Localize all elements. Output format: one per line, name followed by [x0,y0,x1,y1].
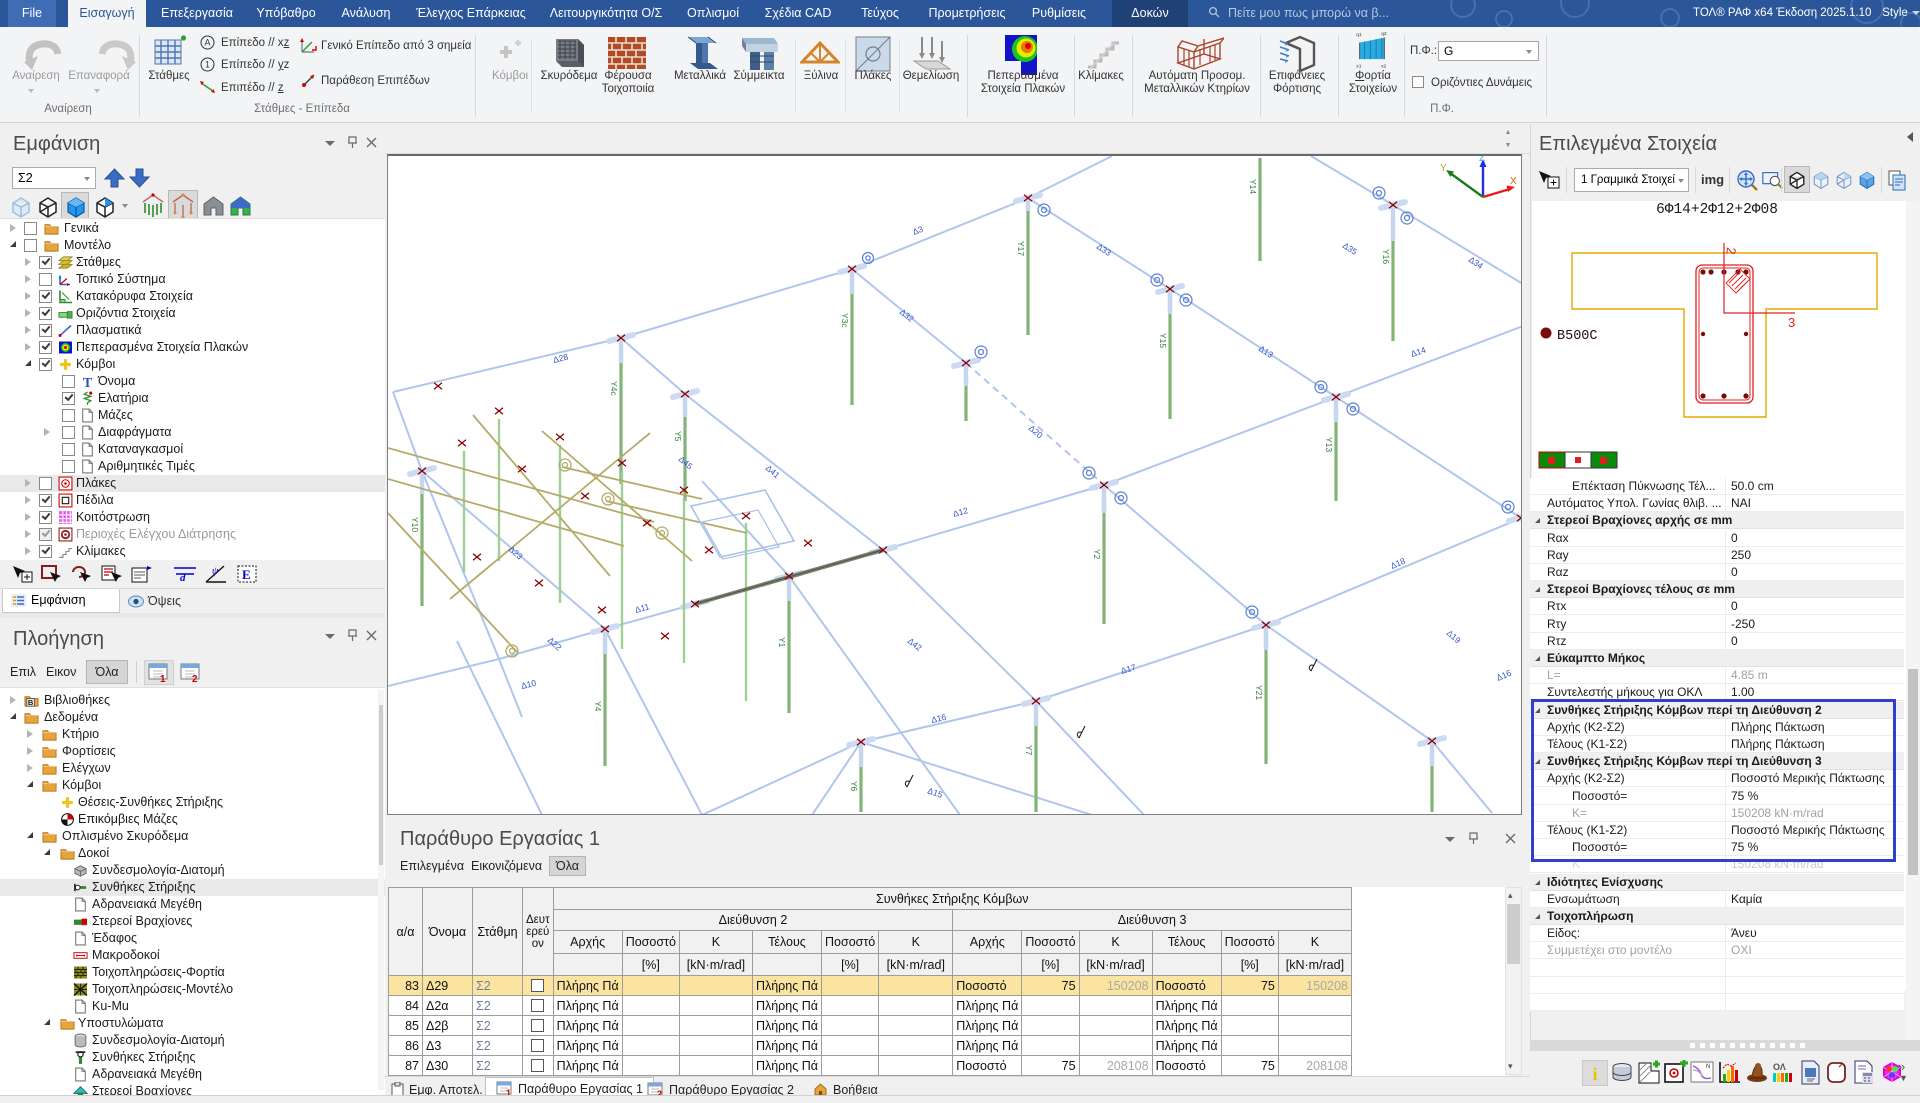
svg-text:i: i [1592,1064,1597,1084]
svg-text:Δ18: Δ18 [1389,556,1407,571]
svg-text:N: N [1706,1064,1710,1070]
svg-text:q1: q1 [1356,32,1362,38]
svg-text:2: 2 [192,674,198,683]
svg-text:1: 1 [205,60,210,70]
svg-text:Δ34: Δ34 [1467,254,1485,271]
svg-text:Y4: Y4 [593,701,603,712]
svg-text:Δ45: Δ45 [677,454,695,472]
svg-text:x2: x2 [1381,63,1386,69]
svg-text:Δ20: Δ20 [1027,423,1045,441]
svg-text:Y13: Y13 [1324,437,1334,452]
svg-text:Δ42: Δ42 [906,636,924,653]
svg-text:Y2: Y2 [1092,549,1102,560]
svg-text:ΟΛ: ΟΛ [1773,1062,1786,1072]
svg-text:Δ19: Δ19 [1445,628,1463,646]
svg-text:Y16: Y16 [1381,249,1391,264]
svg-text:Y: Y [1440,163,1447,174]
svg-text:Y15: Y15 [1158,333,1168,348]
svg-text:Δ35: Δ35 [1341,240,1359,257]
svg-text:Y14: Y14 [1248,179,1258,194]
svg-text:Δ3: Δ3 [911,224,925,237]
svg-text:Δ14: Δ14 [1410,345,1428,359]
svg-text:6Φ14+2Φ12+2Φ08: 6Φ14+2Φ12+2Φ08 [1656,202,1778,218]
svg-text:X: X [1510,176,1517,187]
svg-text:Δ33: Δ33 [1095,241,1113,258]
svg-text:Y4c: Y4c [609,381,619,396]
svg-text:B: B [28,698,34,707]
svg-text:1: 1 [160,674,166,683]
svg-text:Y3c: Y3c [840,313,850,328]
svg-text:Y17: Y17 [1016,241,1026,256]
svg-text:Δ41: Δ41 [764,463,782,481]
svg-text:Y21: Y21 [1254,685,1264,700]
svg-text:E: E [242,567,251,582]
svg-text:Y7: Y7 [1024,745,1034,756]
svg-text:B500C: B500C [1557,329,1598,344]
svg-text:q2: q2 [1381,31,1387,37]
svg-text:Y1: Y1 [777,637,787,648]
svg-text:Δ17: Δ17 [1120,662,1138,676]
svg-text:3: 3 [1788,315,1795,330]
svg-text:T: T [83,376,93,389]
svg-text:A: A [204,38,210,48]
svg-text:2: 2 [1723,247,1739,256]
svg-text:Y6: Y6 [849,781,859,792]
svg-text:Δ22: Δ22 [546,635,564,653]
svg-text:Δ13: Δ13 [1257,343,1275,360]
svg-text:Δ16: Δ16 [1495,668,1513,683]
svg-text:Z: Z [1479,156,1485,164]
svg-text:Y5: Y5 [673,431,683,442]
svg-text:d: d [180,572,186,584]
svg-text:Δ10: Δ10 [520,678,537,691]
svg-text:Δ11: Δ11 [634,601,651,615]
svg-text:Y10: Y10 [410,517,420,532]
svg-text:Δ12: Δ12 [952,505,970,519]
svg-text:ψ: ψ [212,566,219,577]
svg-text:x1: x1 [1356,63,1361,69]
